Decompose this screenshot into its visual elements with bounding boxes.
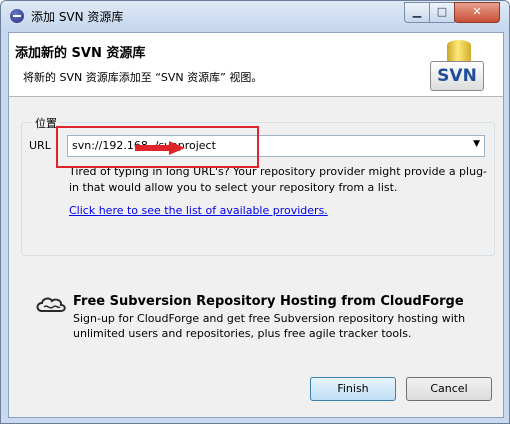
add-svn-repository-dialog: 添加 SVN 资源库 ▁ □ ✕ 添加新的 SVN 资源库 将新的 SVN 资源… — [0, 0, 510, 424]
wizard-title: 添加新的 SVN 资源库 — [15, 46, 146, 61]
dialog-body: 添加新的 SVN 资源库 将新的 SVN 资源库添加至 “SVN 资源库” 视图… — [8, 32, 504, 418]
close-button[interactable]: ✕ — [454, 2, 500, 23]
wizard-description: 将新的 SVN 资源库添加至 “SVN 资源库” 视图。 — [23, 71, 263, 84]
title-bar[interactable]: 添加 SVN 资源库 ▁ □ ✕ — [1, 1, 509, 31]
minimize-button[interactable]: ▁ — [404, 2, 430, 23]
cancel-button[interactable]: Cancel — [406, 377, 492, 401]
app-icon — [10, 9, 24, 23]
window-title: 添加 SVN 资源库 — [31, 10, 124, 24]
svn-logo-icon: SVN — [429, 38, 489, 94]
annotation-arrow-icon — [135, 141, 185, 155]
cloudforge-description: Sign-up for CloudForge and get free Subv… — [73, 312, 466, 340]
cloudforge-title: Free Subversion Repository Hosting from … — [73, 294, 464, 309]
cloudforge-icon — [36, 297, 66, 312]
dropdown-arrow-icon[interactable]: ▼ — [473, 139, 480, 149]
providers-link[interactable]: Click here to see the list of available … — [69, 204, 328, 217]
svn-logo-label: SVN — [430, 61, 484, 91]
maximize-button[interactable]: □ — [429, 2, 455, 23]
url-hint-text: Tired of typing in long URL's? Your repo… — [69, 165, 488, 194]
finish-button[interactable]: Finish — [310, 377, 396, 401]
wizard-header: 添加新的 SVN 资源库 将新的 SVN 资源库添加至 “SVN 资源库” 视图… — [9, 33, 503, 97]
url-label: URL — [29, 139, 51, 152]
